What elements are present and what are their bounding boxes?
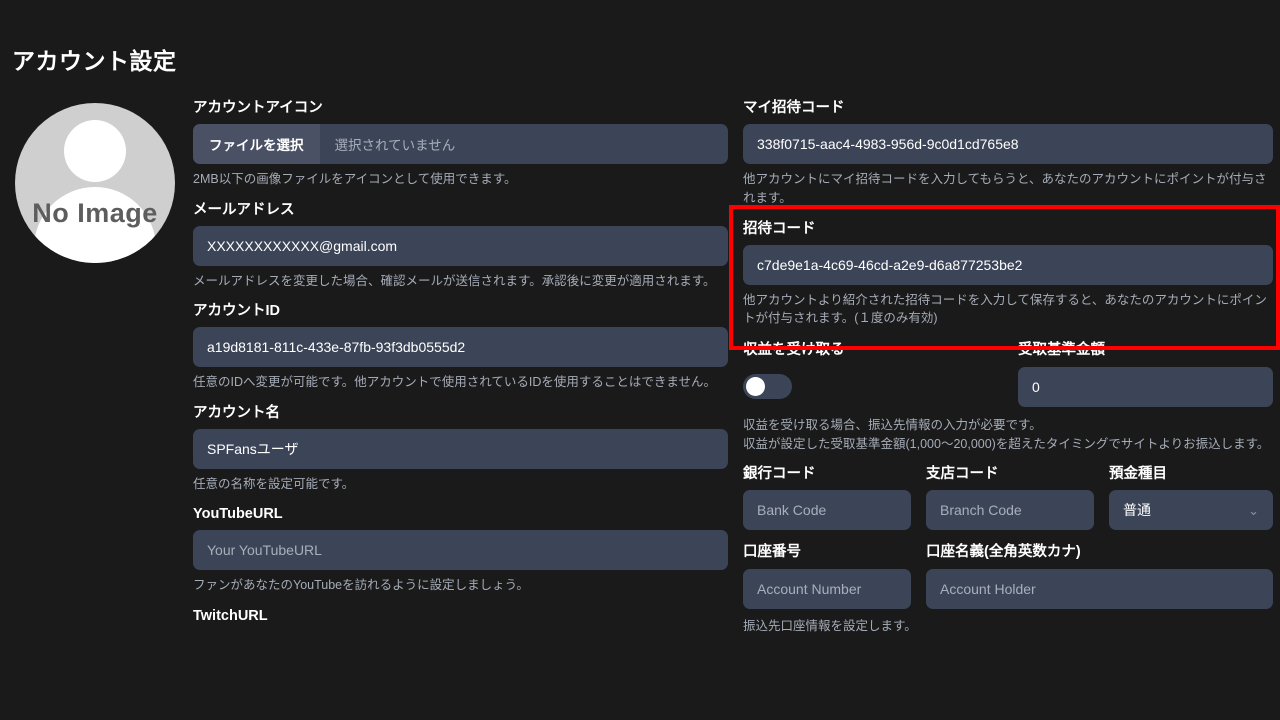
page-title: アカウント設定 bbox=[12, 48, 177, 74]
left-column: アカウントアイコン ファイルを選択 選択されていません 2MB以下の画像ファイル… bbox=[193, 100, 728, 638]
my-invite-code-input[interactable]: 338f0715-aac4-4983-956d-9c0d1cd765e8 bbox=[743, 124, 1273, 165]
right-column: マイ招待コード 338f0715-aac4-4983-956d-9c0d1cd7… bbox=[743, 100, 1273, 635]
chevron-down-icon: ⌄ bbox=[1248, 502, 1259, 518]
branch-code-input[interactable]: Branch Code bbox=[926, 490, 1094, 531]
account-number-label: 口座番号 bbox=[743, 544, 801, 561]
field-email: メールアドレス XXXXXXXXXXXX@gmail.com メールアドレスを変… bbox=[193, 202, 728, 291]
file-status-text: 選択されていません bbox=[334, 138, 456, 154]
revenue-settings-row: 収益を受け取る 受取基準金額 0 bbox=[743, 342, 1273, 407]
file-input-row[interactable]: ファイルを選択 選択されていません bbox=[193, 124, 728, 165]
field-account-name: アカウント名 SPFansユーザ 任意の名称を設定可能です。 bbox=[193, 405, 728, 494]
youtube-url-input[interactable]: Your YouTubeURL bbox=[193, 530, 728, 571]
youtube-url-hint: ファンがあなたのYouTubeを訪れるように設定しましょう。 bbox=[193, 578, 529, 593]
revenue-hint-line-1: 収益を受け取る場合、振込先情報の入力が必要です。 bbox=[743, 417, 1042, 432]
field-account-holder: 口座名義(全角英数カナ) Account Holder bbox=[926, 544, 1273, 609]
deposit-type-select[interactable]: 普通 ⌄ bbox=[1109, 490, 1273, 531]
field-threshold-amount: 受取基準金額 0 bbox=[1018, 342, 1273, 407]
account-name-hint: 任意の名称を設定可能です。 bbox=[193, 476, 355, 491]
field-receive-revenue: 収益を受け取る bbox=[743, 342, 1018, 406]
account-name-input[interactable]: SPFansユーザ bbox=[193, 428, 728, 469]
branch-code-label: 支店コード bbox=[926, 465, 999, 482]
bank-code-input[interactable]: Bank Code bbox=[743, 490, 911, 531]
my-invite-code-hint: 他アカウントにマイ招待コードを入力してもらうと、あなたのアカウントにポイントが付… bbox=[743, 172, 1267, 205]
choose-file-button[interactable]: ファイルを選択 bbox=[193, 124, 320, 165]
account-number-input[interactable]: Account Number bbox=[743, 568, 911, 609]
account-name-label: アカウント名 bbox=[193, 404, 280, 421]
bank-hint: 振込先口座情報を設定します。 bbox=[743, 618, 917, 633]
account-settings-page: アカウント設定 No Image アカウントアイコン ファイルを選択 選択されて… bbox=[0, 0, 1280, 720]
field-account-number: 口座番号 Account Number bbox=[743, 544, 911, 609]
account-icon-label: アカウントアイコン bbox=[193, 100, 323, 116]
bank-code-label: 銀行コード bbox=[743, 465, 816, 482]
avatar-circle bbox=[15, 103, 175, 263]
threshold-amount-input[interactable]: 0 bbox=[1018, 366, 1273, 407]
field-my-invite-code: マイ招待コード 338f0715-aac4-4983-956d-9c0d1cd7… bbox=[743, 100, 1273, 207]
invite-code-label: 招待コード bbox=[743, 220, 816, 237]
field-account-icon: アカウントアイコン ファイルを選択 選択されていません 2MB以下の画像ファイル… bbox=[193, 100, 728, 189]
twitch-url-label: TwitchURL bbox=[193, 607, 268, 624]
youtube-url-label: YouTubeURL bbox=[193, 506, 283, 523]
avatar[interactable]: No Image bbox=[15, 103, 175, 263]
my-invite-code-label: マイ招待コード bbox=[743, 100, 845, 116]
field-bank-code: 銀行コード Bank Code bbox=[743, 465, 911, 531]
account-id-input[interactable]: a19d8181-811c-433e-87fb-93f3db0555d2 bbox=[193, 327, 728, 368]
account-holder-label: 口座名義(全角英数カナ) bbox=[926, 544, 1081, 561]
field-twitch-url: TwitchURL bbox=[193, 608, 728, 625]
email-hint: メールアドレスを変更した場合、確認メールが送信されます。承認後に変更が適用されま… bbox=[193, 273, 716, 288]
toggle-knob bbox=[746, 377, 765, 397]
email-label: メールアドレス bbox=[193, 201, 295, 218]
bank-info-row: 銀行コード Bank Code 支店コード Branch Code 預金種目 普… bbox=[743, 465, 1273, 531]
account-info-row: 口座番号 Account Number 口座名義(全角英数カナ) Account… bbox=[743, 544, 1273, 609]
account-id-hint: 任意のIDへ変更が可能です。他アカウントで使用されているIDを使用することはでき… bbox=[193, 375, 717, 390]
field-invite-code: 招待コード c7de9e1a-4c69-46cd-a2e9-d6a877253b… bbox=[743, 221, 1273, 328]
receive-revenue-toggle[interactable] bbox=[743, 374, 792, 400]
invite-code-input[interactable]: c7de9e1a-4c69-46cd-a2e9-d6a877253be2 bbox=[743, 245, 1273, 286]
account-id-label: アカウントID bbox=[193, 303, 280, 320]
email-input[interactable]: XXXXXXXXXXXX@gmail.com bbox=[193, 225, 728, 266]
account-icon-hint: 2MB以下の画像ファイルをアイコンとして使用できます。 bbox=[193, 172, 517, 187]
deposit-type-value: 普通 bbox=[1123, 502, 1151, 519]
revenue-hint-line-2: 収益が設定した受取基準金額(1,000〜20,000)を超えたタイミングでサイト… bbox=[743, 436, 1270, 451]
avatar-no-image-label: No Image bbox=[32, 198, 158, 228]
field-deposit-type: 預金種目 普通 ⌄ bbox=[1109, 465, 1273, 531]
field-account-id: アカウントID a19d8181-811c-433e-87fb-93f3db05… bbox=[193, 303, 728, 392]
field-youtube-url: YouTubeURL Your YouTubeURL ファンがあなたのYouTu… bbox=[193, 506, 728, 595]
threshold-amount-label: 受取基準金額 bbox=[1018, 342, 1105, 359]
deposit-type-label: 預金種目 bbox=[1109, 465, 1167, 482]
invite-code-hint: 他アカウントより紹介された招待コードを入力して保存すると、あなたのアカウントにポ… bbox=[743, 293, 1267, 326]
person-head-icon bbox=[64, 120, 126, 182]
account-holder-input[interactable]: Account Holder bbox=[926, 568, 1273, 609]
receive-revenue-label: 収益を受け取る bbox=[743, 342, 845, 359]
field-branch-code: 支店コード Branch Code bbox=[926, 465, 1094, 531]
